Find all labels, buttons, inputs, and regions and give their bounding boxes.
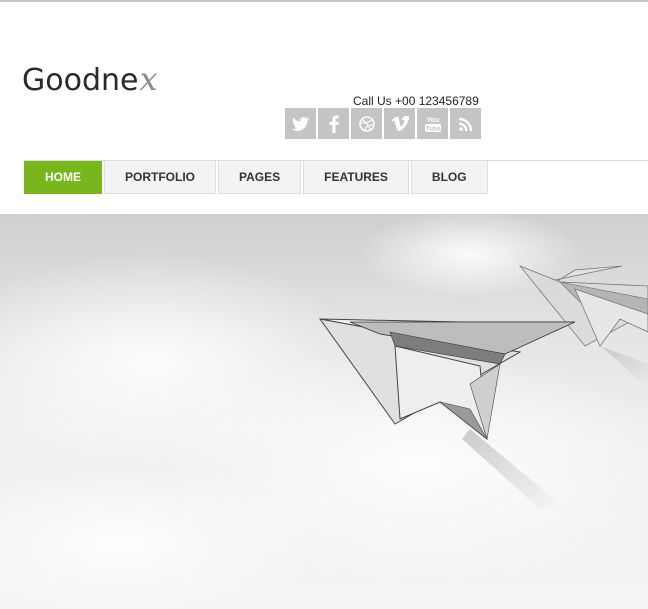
site-logo[interactable]: Goodne x [22,60,158,100]
dribbble-link[interactable] [351,108,382,139]
main-navigation: HOME PORTFOLIO PAGES FEATURES BLOG [24,161,490,194]
twitter-link[interactable] [285,108,316,139]
facebook-icon [329,115,339,133]
nav-item-pages[interactable]: PAGES [218,161,302,194]
facebook-link[interactable] [318,108,349,139]
logo-text: Goodne [22,63,139,98]
paper-planes-illustration [0,214,648,609]
rss-icon [458,117,472,131]
hero-banner [0,214,648,609]
nav-item-features[interactable]: FEATURES [303,161,409,194]
social-links: You Tube [285,108,481,139]
logo-script-letter: x [139,60,158,98]
youtube-link[interactable]: You Tube [417,108,448,139]
youtube-icon: You Tube [424,117,441,132]
vimeo-icon [390,115,409,131]
call-us-text: Call Us +00 123456789 [353,94,479,108]
twitter-icon [291,116,309,131]
top-border [0,0,648,2]
nav-item-portfolio[interactable]: PORTFOLIO [104,161,216,194]
nav-item-blog[interactable]: BLOG [410,161,488,194]
rss-link[interactable] [450,108,481,139]
svg-text:You: You [426,117,439,124]
nav-item-home[interactable]: HOME [24,161,102,194]
svg-text:Tube: Tube [425,125,440,132]
dribbble-icon [358,115,375,132]
vimeo-link[interactable] [384,108,415,139]
